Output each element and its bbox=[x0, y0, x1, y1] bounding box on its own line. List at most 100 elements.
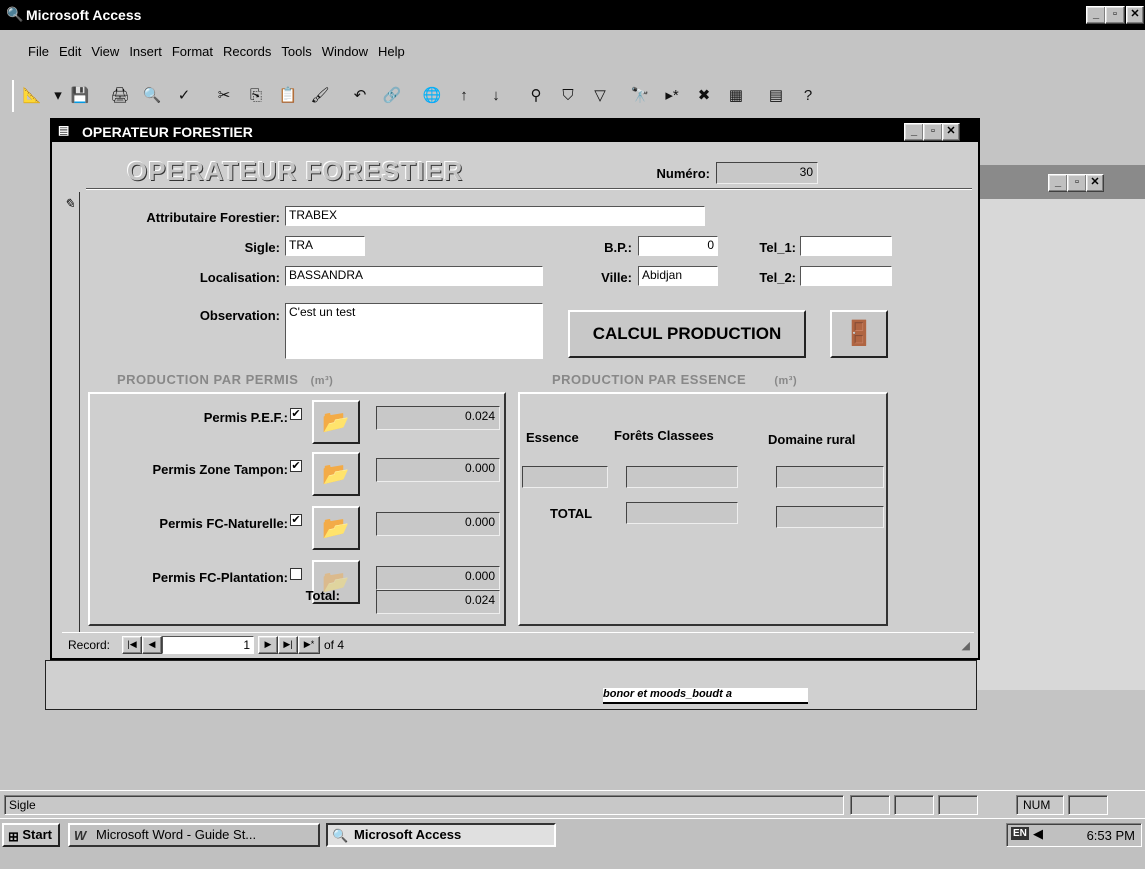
permis-value-field[interactable]: 0.000 bbox=[376, 512, 500, 536]
format-painter-icon[interactable]: 🖌 bbox=[308, 84, 332, 108]
forets-cell[interactable] bbox=[626, 466, 738, 488]
open-folder-icon: 📂 bbox=[322, 409, 350, 434]
spelling-icon[interactable]: ✓ bbox=[172, 84, 196, 108]
form-icon: ▤ bbox=[58, 123, 70, 137]
numero-field[interactable]: 30 bbox=[716, 162, 818, 184]
undo-icon[interactable]: ↶ bbox=[348, 84, 372, 108]
insert-hyperlink-icon[interactable]: 🔗 bbox=[380, 84, 404, 108]
filter-by-form-icon[interactable]: ⛉ bbox=[556, 84, 580, 108]
start-label: Start bbox=[22, 827, 52, 842]
permis-checkbox[interactable]: ✔ bbox=[290, 514, 302, 526]
speaker-icon[interactable]: ◀ bbox=[1033, 826, 1043, 842]
form-minimize-button[interactable]: _ bbox=[904, 123, 924, 141]
help-icon[interactable]: ? bbox=[796, 84, 820, 108]
record-selector[interactable]: ✎ bbox=[62, 192, 80, 632]
next-record-button[interactable]: ▶ bbox=[258, 636, 278, 654]
permis-total-field[interactable]: 0.024 bbox=[376, 590, 500, 614]
form-close-button[interactable]: ✕ bbox=[942, 123, 960, 141]
new-object-icon[interactable]: ▤ bbox=[764, 84, 788, 108]
menu-view[interactable]: View bbox=[91, 44, 119, 59]
menu-records[interactable]: Records bbox=[223, 44, 271, 59]
permis-row-label: Permis Zone Tampon: bbox=[152, 462, 288, 477]
restore-button[interactable]: ▫ bbox=[1105, 6, 1125, 24]
word-icon: W bbox=[74, 828, 87, 843]
permis-checkbox[interactable]: ✔ bbox=[290, 460, 302, 472]
start-button[interactable]: ⊞ Start bbox=[2, 823, 60, 847]
web-toolbar-icon[interactable]: 🌐 bbox=[420, 84, 444, 108]
menu-tools[interactable]: Tools bbox=[281, 44, 311, 59]
menu-help[interactable]: Help bbox=[378, 44, 405, 59]
current-record-field[interactable]: 1 bbox=[162, 636, 254, 654]
attributaire-field[interactable]: TRABEX bbox=[285, 206, 705, 226]
menu-bar: File Edit View Insert Format Records Tools Wind… bbox=[0, 40, 1145, 62]
close-button[interactable]: ✕ bbox=[1126, 6, 1144, 24]
print-preview-icon[interactable]: 🔍 bbox=[140, 84, 164, 108]
dropdown-icon[interactable]: ▾ bbox=[52, 84, 64, 108]
sort-ascending-icon[interactable]: ↑ bbox=[452, 84, 476, 108]
open-folder-button[interactable]: 📂 bbox=[312, 452, 360, 496]
filter-by-selection-icon[interactable]: ⚲ bbox=[524, 84, 548, 108]
apply-filter-icon[interactable]: ▽ bbox=[588, 84, 612, 108]
new-record-nav-button[interactable]: ▶* bbox=[298, 636, 320, 654]
essence-total-label: TOTAL bbox=[550, 506, 593, 521]
pencil-icon: ✎ bbox=[64, 196, 75, 211]
design-view-icon[interactable]: 📐 bbox=[20, 84, 44, 108]
new-record-icon[interactable]: ▸* bbox=[660, 84, 684, 108]
bg-minimize-button[interactable]: _ bbox=[1048, 174, 1068, 192]
clock: 6:53 PM bbox=[1086, 828, 1135, 843]
bg-restore-button[interactable]: ▫ bbox=[1067, 174, 1087, 192]
bp-label: B.P.: bbox=[604, 240, 632, 255]
copy-icon[interactable]: ⎘ bbox=[244, 84, 268, 108]
last-record-button[interactable]: ▶| bbox=[278, 636, 298, 654]
menu-insert[interactable]: Insert bbox=[129, 44, 162, 59]
essence-cell[interactable] bbox=[522, 466, 608, 488]
resize-grip-icon[interactable]: ◢ bbox=[962, 639, 970, 652]
tel2-field[interactable] bbox=[800, 266, 892, 286]
cut-icon[interactable]: ✂ bbox=[212, 84, 236, 108]
menu-file[interactable]: File bbox=[28, 44, 49, 59]
menu-format[interactable]: Format bbox=[172, 44, 213, 59]
delete-record-icon[interactable]: ✖ bbox=[692, 84, 716, 108]
permis-checkbox[interactable]: ✔ bbox=[290, 408, 302, 420]
print-icon[interactable]: 🖨 bbox=[108, 84, 132, 108]
ville-field[interactable]: Abidjan bbox=[638, 266, 718, 286]
localisation-field[interactable]: BASSANDRA bbox=[285, 266, 543, 286]
paste-icon[interactable]: 📋 bbox=[276, 84, 300, 108]
domaine-column-header: Domaine rural bbox=[768, 432, 856, 447]
open-folder-button[interactable]: 📂 bbox=[312, 506, 360, 550]
observation-field[interactable]: C'est un test bbox=[285, 303, 543, 359]
exit-button[interactable]: 🚪 bbox=[830, 310, 888, 358]
record-label: Record: bbox=[68, 638, 111, 652]
menu-window[interactable]: Window bbox=[322, 44, 368, 59]
tel1-field[interactable] bbox=[800, 236, 892, 256]
bp-field[interactable]: 0 bbox=[638, 236, 718, 256]
taskbar-item-word[interactable]: W Microsoft Word - Guide St... bbox=[68, 823, 320, 847]
taskbar-item-access[interactable]: 🔍 Microsoft Access bbox=[326, 823, 556, 847]
permis-checkbox[interactable] bbox=[290, 568, 302, 580]
form-restore-button[interactable]: ▫ bbox=[923, 123, 943, 141]
previous-record-button[interactable]: ◀ bbox=[142, 636, 162, 654]
database-window-icon[interactable]: ▦ bbox=[724, 84, 748, 108]
find-icon[interactable]: 🔭 bbox=[628, 84, 652, 108]
menu-edit[interactable]: Edit bbox=[59, 44, 81, 59]
app-title: Microsoft Access bbox=[26, 7, 142, 23]
permis-value-field[interactable]: 0.000 bbox=[376, 566, 500, 590]
permis-value-field[interactable]: 0.024 bbox=[376, 406, 500, 430]
sigle-field[interactable]: TRA bbox=[285, 236, 365, 256]
permis-value-field[interactable]: 0.000 bbox=[376, 458, 500, 482]
save-icon[interactable]: 💾 bbox=[68, 84, 92, 108]
permis-total-label: Total: bbox=[305, 588, 340, 603]
bg-close-button[interactable]: ✕ bbox=[1086, 174, 1104, 192]
record-count: of 4 bbox=[324, 638, 345, 652]
domaine-total-cell[interactable] bbox=[776, 506, 884, 528]
calcul-production-button[interactable]: CALCUL PRODUCTION bbox=[568, 310, 806, 358]
minimize-button[interactable]: _ bbox=[1086, 6, 1106, 24]
open-folder-button[interactable]: 📂 bbox=[312, 400, 360, 444]
domaine-cell[interactable] bbox=[776, 466, 884, 488]
forets-total-cell[interactable] bbox=[626, 502, 738, 524]
sort-descending-icon[interactable]: ↓ bbox=[484, 84, 508, 108]
background-window: _ ▫ ✕ bbox=[975, 165, 1145, 690]
form-window-title: OPERATEUR FORESTIER bbox=[82, 124, 253, 140]
language-indicator[interactable]: EN bbox=[1011, 827, 1029, 840]
first-record-button[interactable]: |◀ bbox=[122, 636, 142, 654]
